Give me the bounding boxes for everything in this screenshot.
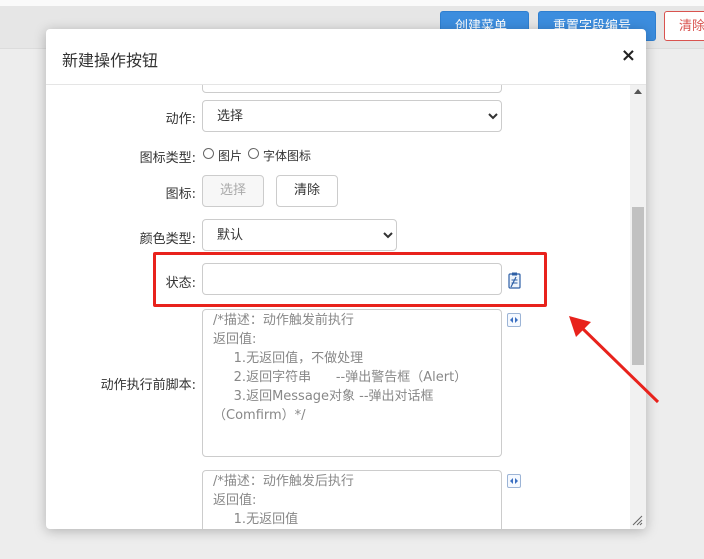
annotation-arrow-icon: [569, 316, 660, 404]
